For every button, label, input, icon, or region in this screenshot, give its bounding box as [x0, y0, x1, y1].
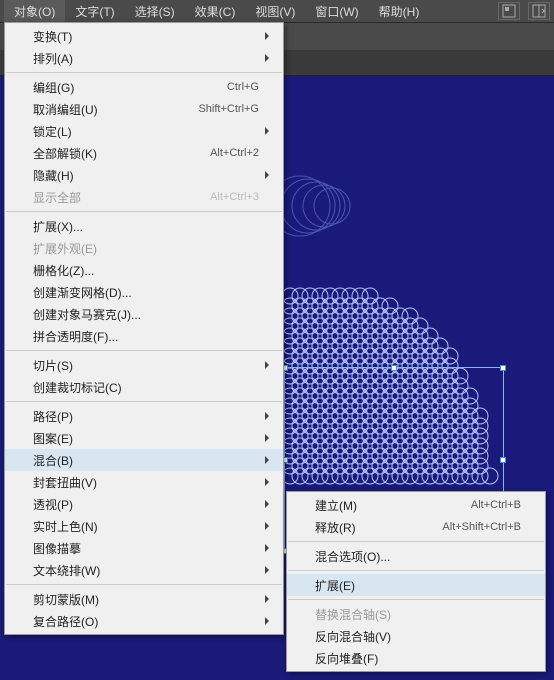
object-menu-item-18[interactable]: 创建裁切标记(C)	[5, 376, 283, 398]
menu-item-label: 创建对象马赛克(J)...	[33, 306, 259, 323]
object-menu-item-30[interactable]: 复合路径(O)	[5, 610, 283, 632]
object-menu-item-13[interactable]: 创建渐变网格(D)...	[5, 281, 283, 303]
menu-item-label: 路径(P)	[33, 408, 259, 425]
object-menu-item-6[interactable]: 全部解锁(K)Alt+Ctrl+2	[5, 142, 283, 164]
object-menu-item-12[interactable]: 栅格化(Z)...	[5, 259, 283, 281]
menu-item-label: 释放(R)	[315, 519, 442, 536]
menu-object[interactable]: 对象(O)	[4, 0, 65, 23]
menu-item-label: 文本绕排(W)	[33, 562, 259, 579]
menu-item-shortcut: Alt+Ctrl+B	[471, 499, 521, 511]
object-menu-item-10[interactable]: 扩展(X)...	[5, 215, 283, 237]
object-menu-item-11: 扩展外观(E)	[5, 237, 283, 259]
menu-separator	[6, 72, 282, 73]
menu-item-label: 全部解锁(K)	[33, 145, 210, 162]
object-menu-item-7[interactable]: 隐藏(H)	[5, 164, 283, 186]
menu-item-label: 扩展(E)	[315, 577, 521, 594]
object-menu-item-3[interactable]: 编组(G)Ctrl+G	[5, 76, 283, 98]
object-menu-item-5[interactable]: 锁定(L)	[5, 120, 283, 142]
menu-select[interactable]: 选择(S)	[125, 0, 185, 23]
menu-item-label: 反向混合轴(V)	[315, 628, 521, 645]
layout-icon[interactable]	[528, 2, 550, 20]
menu-separator	[6, 211, 282, 212]
menu-item-label: 替换混合轴(S)	[315, 606, 521, 623]
menu-item-label: 扩展外观(E)	[33, 240, 259, 257]
menu-separator	[288, 599, 544, 600]
menubar: 对象(O) 文字(T) 选择(S) 效果(C) 视图(V) 窗口(W) 帮助(H…	[0, 0, 554, 22]
object-menu-item-29[interactable]: 剪切蒙版(M)	[5, 588, 283, 610]
object-menu-dropdown: 变换(T)排列(A)编组(G)Ctrl+G取消编组(U)Shift+Ctrl+G…	[4, 22, 284, 635]
blend-menu-item-8[interactable]: 反向混合轴(V)	[287, 625, 545, 647]
menu-item-label: 切片(S)	[33, 357, 259, 374]
object-menu-item-15[interactable]: 拼合透明度(F)...	[5, 325, 283, 347]
blend-menu-item-3[interactable]: 混合选项(O)...	[287, 545, 545, 567]
menu-item-label: 创建裁切标记(C)	[33, 379, 259, 396]
blend-menu-item-9[interactable]: 反向堆叠(F)	[287, 647, 545, 669]
blend-menu-item-7: 替换混合轴(S)	[287, 603, 545, 625]
menu-item-label: 混合(B)	[33, 452, 259, 469]
menu-item-label: 建立(M)	[315, 497, 471, 514]
menu-item-shortcut: Alt+Shift+Ctrl+B	[442, 521, 521, 533]
menu-item-label: 栅格化(Z)...	[33, 262, 259, 279]
menu-separator	[6, 584, 282, 585]
menu-effect[interactable]: 效果(C)	[185, 0, 246, 23]
menu-item-label: 显示全部	[33, 189, 210, 206]
object-menu-item-24[interactable]: 透视(P)	[5, 493, 283, 515]
menu-item-label: 拼合透明度(F)...	[33, 328, 259, 345]
menu-window[interactable]: 窗口(W)	[305, 0, 368, 23]
menu-item-shortcut: Ctrl+G	[227, 81, 259, 93]
menu-item-label: 编组(G)	[33, 79, 227, 96]
menu-item-label: 混合选项(O)...	[315, 548, 521, 565]
object-menu-item-25[interactable]: 实时上色(N)	[5, 515, 283, 537]
menu-separator	[288, 570, 544, 571]
menu-item-shortcut: Alt+Ctrl+2	[210, 147, 259, 159]
menu-item-label: 排列(A)	[33, 50, 259, 67]
menu-help[interactable]: 帮助(H)	[369, 0, 430, 23]
menu-item-label: 取消编组(U)	[33, 101, 198, 118]
menu-item-label: 变换(T)	[33, 28, 259, 45]
menu-item-label: 扩展(X)...	[33, 218, 259, 235]
blend-menu-item-1[interactable]: 释放(R)Alt+Shift+Ctrl+B	[287, 516, 545, 538]
menu-item-label: 反向堆叠(F)	[315, 650, 521, 667]
menu-item-label: 封套扭曲(V)	[33, 474, 259, 491]
object-menu-item-4[interactable]: 取消编组(U)Shift+Ctrl+G	[5, 98, 283, 120]
menu-item-label: 实时上色(N)	[33, 518, 259, 535]
object-menu-item-8: 显示全部Alt+Ctrl+3	[5, 186, 283, 208]
object-menu-item-14[interactable]: 创建对象马赛克(J)...	[5, 303, 283, 325]
menu-item-label: 透视(P)	[33, 496, 259, 513]
menu-item-label: 隐藏(H)	[33, 167, 259, 184]
menu-item-label: 创建渐变网格(D)...	[33, 284, 259, 301]
menu-item-label: 锁定(L)	[33, 123, 259, 140]
menu-separator	[6, 401, 282, 402]
menu-type[interactable]: 文字(T)	[65, 0, 124, 23]
menu-separator	[288, 541, 544, 542]
menu-item-label: 复合路径(O)	[33, 613, 259, 630]
object-menu-item-1[interactable]: 排列(A)	[5, 47, 283, 69]
blend-menu-item-5[interactable]: 扩展(E)	[287, 574, 545, 596]
object-menu-item-27[interactable]: 文本绕排(W)	[5, 559, 283, 581]
menu-item-label: 图像描摹	[33, 540, 259, 557]
menu-item-shortcut: Alt+Ctrl+3	[210, 191, 259, 203]
object-menu-item-20[interactable]: 路径(P)	[5, 405, 283, 427]
object-menu-item-0[interactable]: 变换(T)	[5, 25, 283, 47]
object-menu-item-22[interactable]: 混合(B)	[5, 449, 283, 471]
menu-item-label: 图案(E)	[33, 430, 259, 447]
object-menu-item-17[interactable]: 切片(S)	[5, 354, 283, 376]
object-menu-item-21[interactable]: 图案(E)	[5, 427, 283, 449]
menu-view[interactable]: 视图(V)	[245, 0, 305, 23]
blend-submenu: 建立(M)Alt+Ctrl+B释放(R)Alt+Shift+Ctrl+B混合选项…	[286, 491, 546, 672]
menu-item-shortcut: Shift+Ctrl+G	[198, 103, 259, 115]
menu-item-label: 剪切蒙版(M)	[33, 591, 259, 608]
object-menu-item-26[interactable]: 图像描摹	[5, 537, 283, 559]
blend-menu-item-0[interactable]: 建立(M)Alt+Ctrl+B	[287, 494, 545, 516]
object-menu-item-23[interactable]: 封套扭曲(V)	[5, 471, 283, 493]
menu-separator	[6, 350, 282, 351]
workspace-icon[interactable]	[498, 2, 520, 20]
